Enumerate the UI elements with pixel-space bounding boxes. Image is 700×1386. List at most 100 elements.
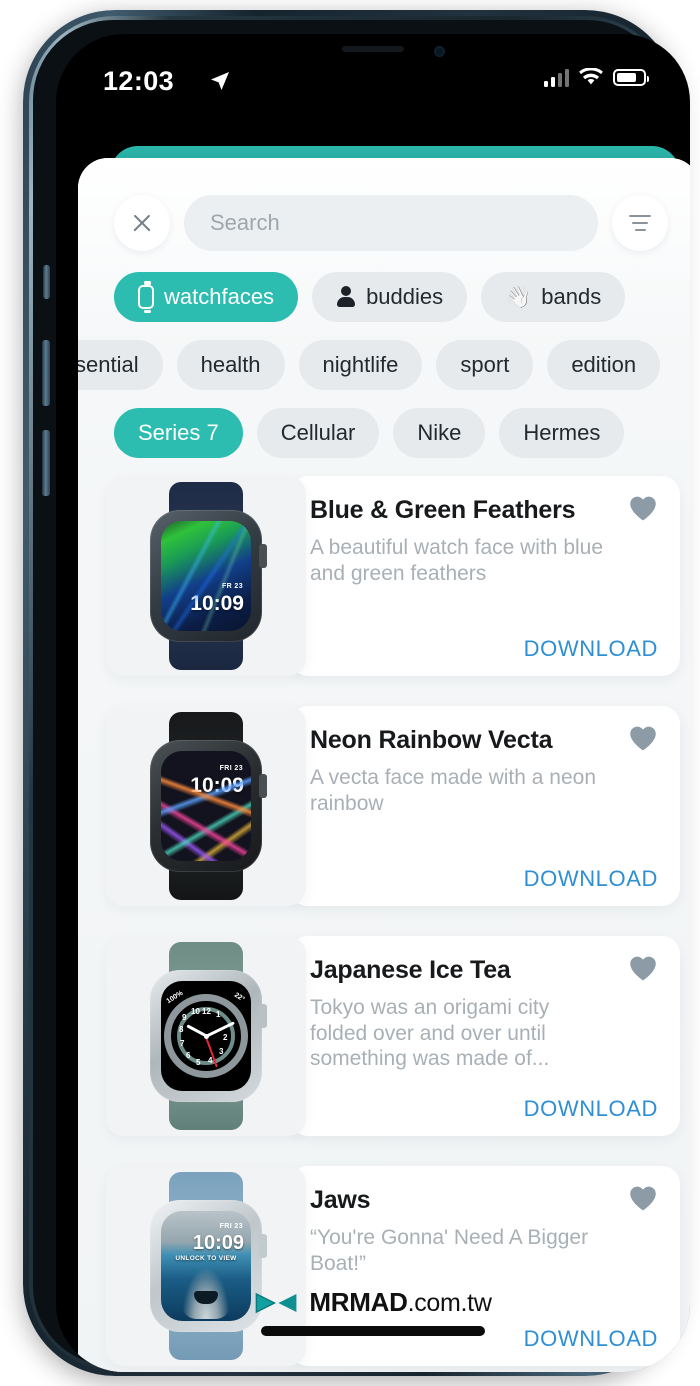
- tab-nightlife[interactable]: nightlife: [298, 340, 423, 390]
- watch-render: FR 23 10:09: [147, 482, 267, 670]
- tab-hermes-label: Hermes: [523, 420, 601, 445]
- heart-icon[interactable]: [628, 954, 658, 982]
- card-description: Tokyo was an origami city folded over an…: [310, 996, 550, 1071]
- heart-icon[interactable]: [628, 494, 658, 522]
- watch-render: 100% 22° 12 1 2 3 4 5 6 7 8 9 10: [147, 942, 267, 1130]
- wifi-icon: [579, 68, 603, 85]
- card-body: Japanese Ice Tea Tokyo was an origami ci…: [310, 936, 680, 1136]
- tab-health[interactable]: health: [176, 340, 285, 390]
- digital-crown: [259, 1004, 267, 1028]
- card-title: Blue & Green Feathers: [310, 496, 576, 524]
- tab-buddies[interactable]: buddies: [312, 272, 468, 322]
- dial-numeral: 7: [180, 1039, 185, 1048]
- cellular-signal-icon: [543, 68, 569, 87]
- status-indicators: [543, 68, 649, 87]
- dial-numeral: 9: [182, 1013, 187, 1022]
- home-indicator[interactable]: [261, 1326, 485, 1336]
- phone-screen: 12:03 Search watchfaces buddies 👋 bands …: [56, 34, 690, 1372]
- tab-nike[interactable]: Nike: [393, 408, 486, 458]
- location-arrow-icon: [211, 72, 229, 90]
- card-title: Jaws: [310, 1186, 371, 1214]
- mute-switch[interactable]: [43, 265, 50, 299]
- watch-date: FRI 23: [219, 1223, 243, 1230]
- heart-icon[interactable]: [628, 1184, 658, 1212]
- volume-down-button[interactable]: [42, 430, 50, 496]
- hand-wave-icon: 👋: [505, 285, 532, 309]
- card-title: Japanese Ice Tea: [310, 956, 511, 984]
- close-button[interactable]: [114, 195, 170, 251]
- download-button[interactable]: DOWNLOAD: [524, 1096, 658, 1122]
- close-x-icon: [131, 212, 153, 234]
- earpiece-speaker: [342, 46, 404, 52]
- type-tab-row: watchfaces buddies 👋 bands: [114, 272, 626, 322]
- tab-nike-label: Nike: [417, 420, 462, 445]
- watermark-domain: .com.tw: [407, 1289, 492, 1317]
- watch-time: 10:09: [190, 774, 244, 797]
- watch-date: FR 23: [221, 583, 243, 590]
- search-input[interactable]: Search: [184, 195, 598, 251]
- card-body: Jaws “You're Gonna' Need A Bigger Boat!”…: [310, 1166, 680, 1366]
- card-body: Neon Rainbow Vecta A vecta face made wit…: [310, 706, 680, 906]
- notch: [265, 34, 481, 68]
- tab-cellular[interactable]: Cellular: [256, 408, 380, 458]
- digital-crown: [259, 544, 267, 568]
- category-tab-row: ssential health nightlife sport edition: [78, 340, 661, 390]
- watch-temp-label: 22°: [233, 991, 247, 1004]
- mrmad-butterfly-logo-icon: [255, 1292, 297, 1313]
- dial-numeral: 12: [202, 1007, 211, 1016]
- front-camera: [434, 46, 445, 57]
- tab-sport-label: sport: [460, 352, 510, 377]
- watermark: MRMAD.com.tw: [254, 1287, 492, 1318]
- volume-up-button[interactable]: [42, 340, 50, 406]
- watch-time: 10:09: [190, 592, 244, 615]
- watch-date: FRI 23: [219, 765, 243, 772]
- filter-sort-icon: [628, 214, 652, 232]
- tab-watchfaces-label: watchfaces: [164, 284, 275, 309]
- watch-face-display: 100% 22° 12 1 2 3 4 5 6 7 8 9 10: [161, 981, 251, 1091]
- tab-sport[interactable]: sport: [436, 340, 534, 390]
- screenshot-stage: 12:03 Search watchfaces buddies 👋 bands …: [0, 0, 700, 1386]
- dial-numeral: 3: [219, 1047, 224, 1056]
- list-item[interactable]: FRI 23 10:09 UNLOCK TO VIEW Jaws “You're…: [106, 1166, 690, 1366]
- watermark-brand: MRMAD: [309, 1287, 408, 1317]
- watch-face-display: FRI 23 10:09 UNLOCK TO VIEW: [161, 1211, 251, 1321]
- dial-numeral: 10: [191, 1007, 200, 1016]
- tab-essential[interactable]: ssential: [78, 340, 163, 390]
- tab-bands[interactable]: 👋 bands: [481, 272, 626, 322]
- watch-hand-pivot: [203, 1033, 209, 1039]
- download-button[interactable]: DOWNLOAD: [524, 1326, 658, 1352]
- watchface-thumbnail[interactable]: 100% 22° 12 1 2 3 4 5 6 7 8 9 10: [106, 936, 306, 1136]
- card-title: Neon Rainbow Vecta: [310, 726, 553, 754]
- tab-buddies-label: buddies: [366, 284, 444, 309]
- tab-series-7[interactable]: Series 7: [114, 408, 243, 458]
- search-row: Search: [114, 194, 668, 252]
- shark-mouth: [194, 1291, 218, 1304]
- download-button[interactable]: DOWNLOAD: [524, 636, 658, 662]
- battery-icon: [613, 69, 649, 86]
- search-placeholder: Search: [210, 210, 280, 235]
- watchface-thumbnail[interactable]: FRI 23 10:09: [106, 706, 306, 906]
- list-item[interactable]: FR 23 10:09 Blue & Green Feathers A beau…: [106, 476, 690, 676]
- heart-icon[interactable]: [628, 724, 658, 752]
- list-item[interactable]: 100% 22° 12 1 2 3 4 5 6 7 8 9 10 Japanes…: [106, 936, 690, 1136]
- tab-health-label: health: [200, 352, 261, 377]
- phone-frame: 12:03 Search watchfaces buddies 👋 bands …: [23, 10, 690, 1376]
- tab-bands-label: bands: [541, 284, 602, 309]
- tab-hermes[interactable]: Hermes: [499, 408, 625, 458]
- list-item[interactable]: FRI 23 10:09 Neon Rainbow Vecta A vecta …: [106, 706, 690, 906]
- watch-face-display: FRI 23 10:09: [161, 751, 251, 861]
- card-description: A vecta face made with a neon rainbow: [310, 766, 597, 815]
- card-description: A beautiful watch face with blue and gre…: [310, 536, 604, 585]
- tab-edition-label: edition: [571, 352, 637, 377]
- browse-sheet: Search watchfaces buddies 👋 bands sentia…: [78, 158, 690, 1372]
- watchface-thumbnail[interactable]: FRI 23 10:09 UNLOCK TO VIEW: [106, 1166, 306, 1366]
- watchface-thumbnail[interactable]: FR 23 10:09: [106, 476, 306, 676]
- tab-edition[interactable]: edition: [547, 340, 661, 390]
- digital-crown: [259, 1234, 267, 1258]
- watch-render: FRI 23 10:09 UNLOCK TO VIEW: [147, 1172, 267, 1360]
- download-button[interactable]: DOWNLOAD: [524, 866, 658, 892]
- watermark-text: MRMAD.com.tw: [309, 1287, 491, 1318]
- tab-series-7-label: Series 7: [138, 420, 219, 445]
- filter-button[interactable]: [612, 195, 668, 251]
- tab-watchfaces[interactable]: watchfaces: [114, 272, 299, 322]
